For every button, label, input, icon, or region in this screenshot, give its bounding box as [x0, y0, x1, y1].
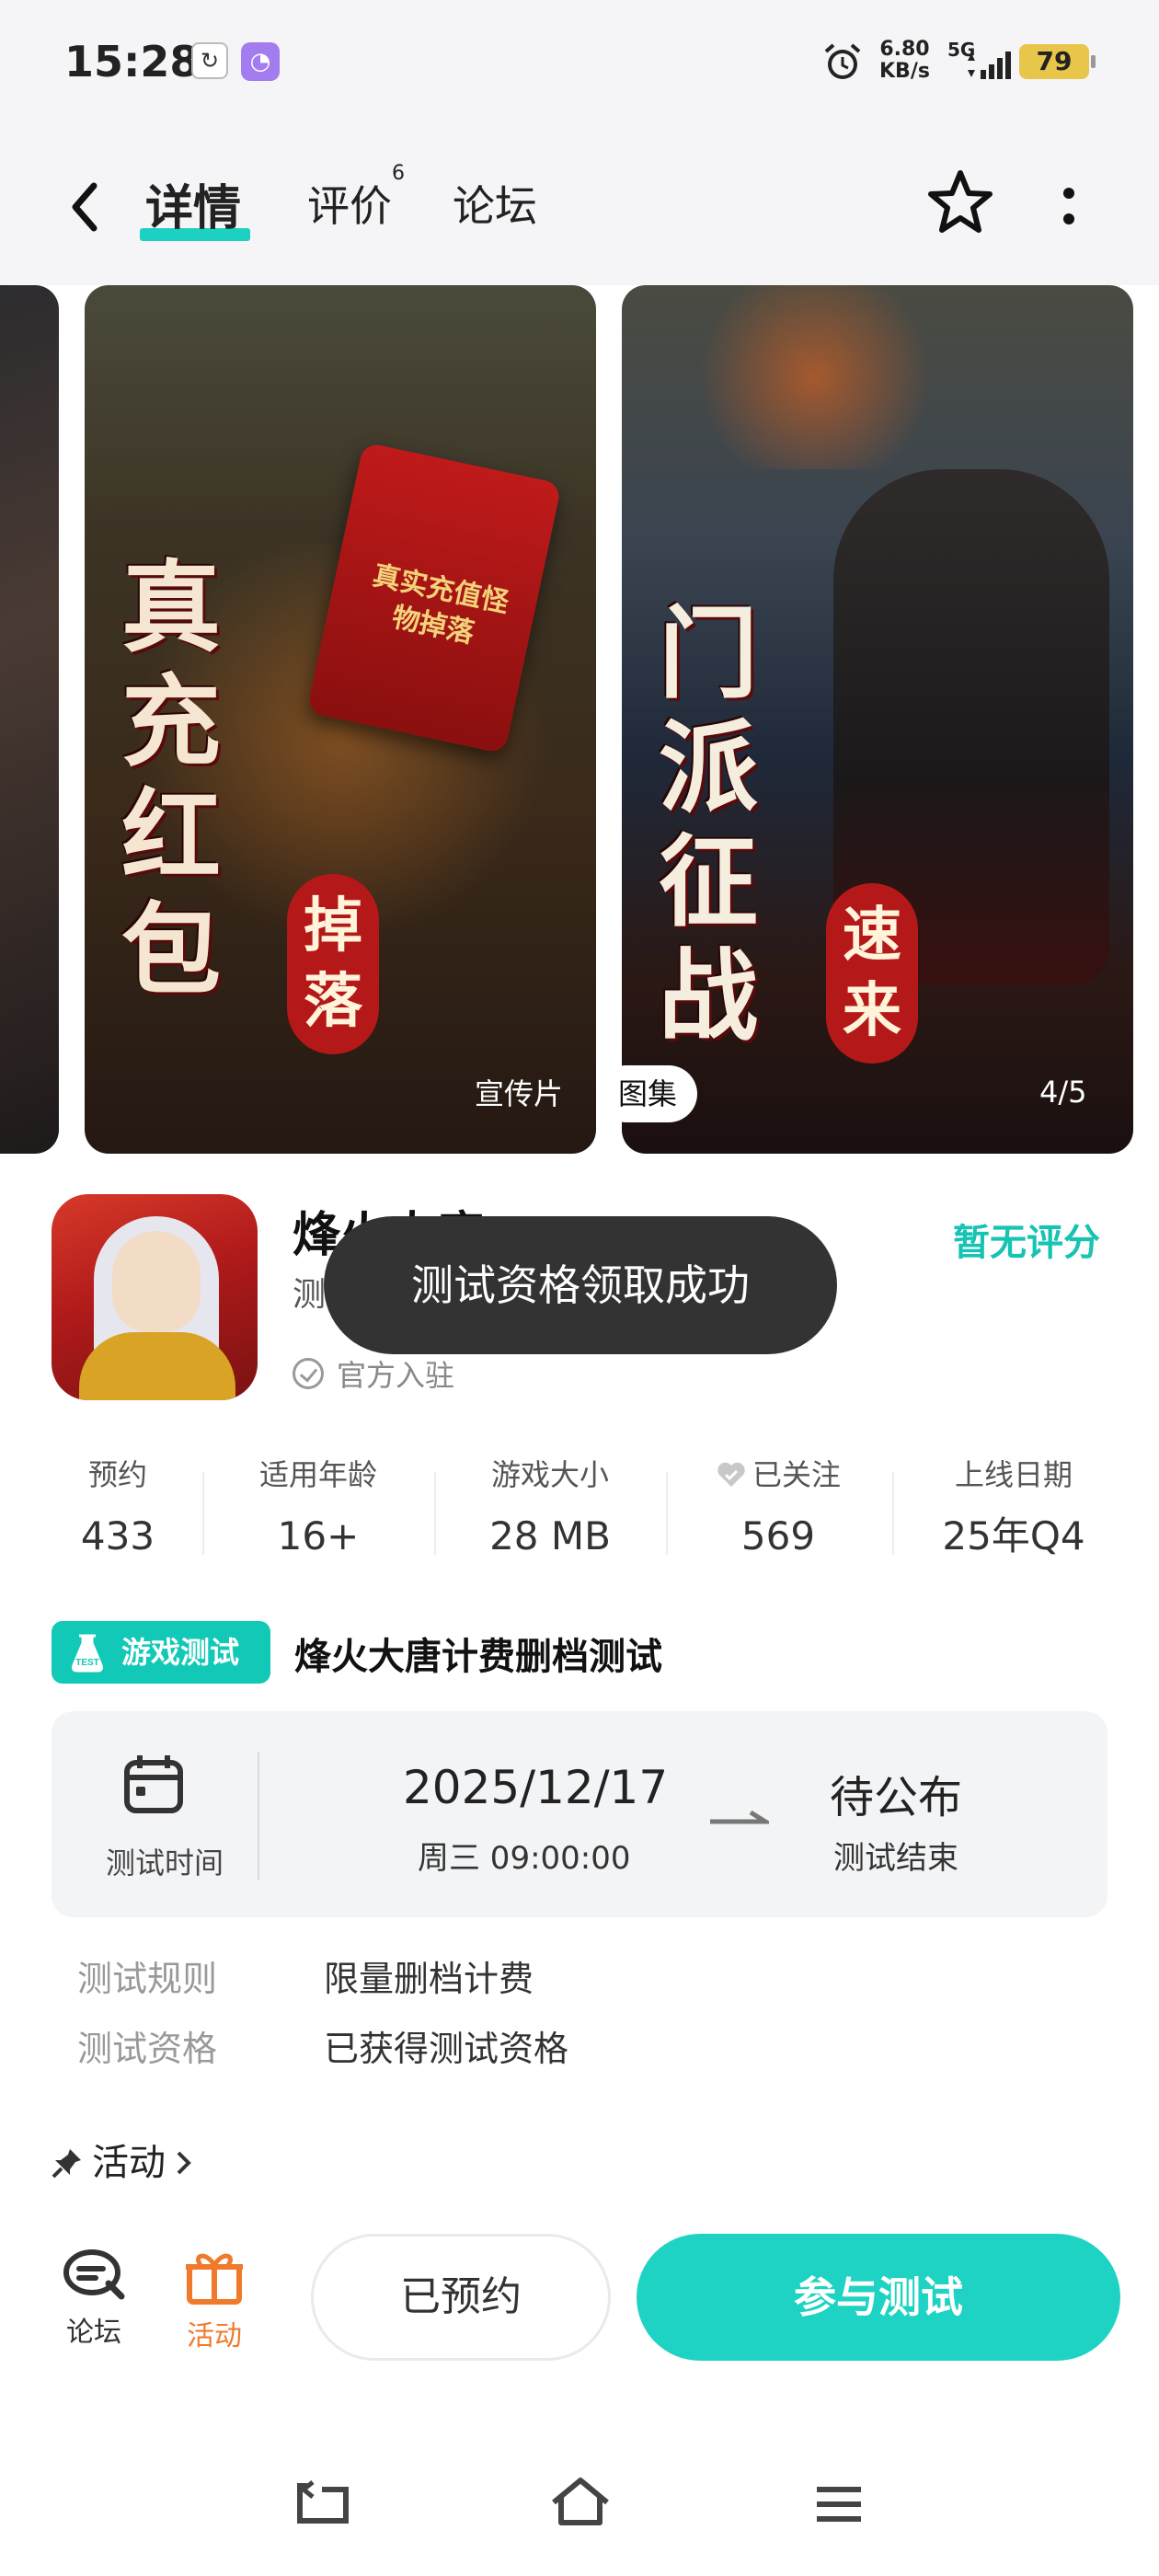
tab-review[interactable]: 评价 6 [307, 162, 405, 234]
test-title: 烽火大唐计费删档测试 [294, 1636, 662, 1678]
forum-chat-icon [63, 2249, 125, 2300]
stat-game-size: 游戏大小 28 MB [489, 1457, 611, 1558]
status-bar: 15:28 ↻ ◔ 6.80 KB/s 5G 79 [0, 0, 1159, 129]
gift-icon [186, 2253, 243, 2305]
check-circle-icon [293, 1358, 324, 1389]
test-rule-row: 测试规则 限量删档计费 [77, 1959, 534, 1999]
gallery-seal: 速来 [826, 883, 918, 1064]
test-start-time: 周三 09:00:00 [418, 1840, 631, 1877]
stats-row: 预约 433 适用年龄 16+ 游戏大小 28 MB 已关注 569 上线日期 … [0, 1454, 1159, 1573]
gallery-seal: 掉落 [287, 874, 379, 1054]
join-test-button[interactable]: 参与测试 [637, 2234, 1120, 2361]
album-tab[interactable]: 图集 [598, 1065, 698, 1122]
system-home-icon[interactable] [548, 2475, 613, 2528]
system-back-icon[interactable] [294, 2480, 351, 2526]
test-start-date: 2025/12/17 [403, 1761, 669, 1814]
top-nav: 详情 评价 6 论坛 [0, 129, 1159, 285]
system-menu-icon[interactable] [813, 2484, 865, 2524]
toast-message: 测试资格领取成功 [324, 1216, 837, 1354]
notification-app-icon-2: ◔ [241, 42, 280, 81]
network-speed: 6.80 KB/s [879, 38, 930, 83]
signal-icon [968, 52, 1011, 79]
promo-video-tab[interactable]: 宣传片 [460, 1065, 578, 1122]
screenshot-gallery[interactable]: 真实充值怪物掉落 真充红包 掉落 门派征战 速来 宣传片 图集 4/5 [0, 285, 1159, 1154]
bottom-action-bar: 论坛 活动 已预约 参与测试 [0, 2208, 1159, 2374]
stat-age-rating: 适用年龄 16+ [258, 1457, 377, 1558]
favorite-star-icon[interactable] [924, 166, 997, 239]
stat-launch-date: 上线日期 25年Q4 [942, 1457, 1085, 1558]
stat-followers[interactable]: 已关注 569 [686, 1454, 870, 1560]
test-end-status: 待公布 [830, 1772, 963, 1823]
heart-icon [717, 1462, 745, 1487]
gallery-image-red-packet[interactable]: 真实充值怪物掉落 真充红包 掉落 [85, 285, 596, 1154]
test-icon: TEST [72, 1634, 103, 1673]
back-arrow-icon[interactable] [64, 175, 105, 239]
test-schedule-card: 测试时间 2025/12/17 周三 09:00:00 待公布 测试结束 [52, 1711, 1107, 1917]
calendar-icon [124, 1755, 183, 1813]
gallery-image-previous[interactable] [0, 285, 59, 1154]
notification-app-icon: ↻ [191, 42, 228, 79]
activity-link[interactable]: 活动 [52, 2133, 193, 2186]
activity-button[interactable]: 活动 [182, 2247, 247, 2353]
gallery-slogan: 门派征战 [659, 597, 759, 1054]
game-test-badge: TEST 游戏测试 [52, 1621, 270, 1684]
official-badge: 官方入驻 [293, 1352, 454, 1395]
gallery-counter: 4/5 [1039, 1075, 1087, 1110]
gallery-image-sect-war[interactable]: 门派征战 速来 [622, 285, 1133, 1154]
forum-button[interactable]: 论坛 [61, 2247, 127, 2350]
alarm-icon [824, 43, 861, 79]
app-subtitle: 测 [293, 1276, 327, 1314]
test-time-label: 测试时间 [105, 1846, 224, 1880]
arrow-right-icon [710, 1810, 769, 1824]
app-icon [52, 1194, 258, 1400]
battery-indicator: 79 [1019, 44, 1096, 79]
pin-icon [52, 2149, 81, 2179]
chevron-right-icon [177, 2151, 191, 2175]
test-qualification-row: 测试资格 已获得测试资格 [77, 2029, 569, 2069]
reserved-button[interactable]: 已预约 [311, 2234, 611, 2361]
svg-text:TEST: TEST [75, 1658, 99, 1668]
rating-status: 暂无评分 [953, 1222, 1100, 1264]
test-end-label: 测试结束 [833, 1840, 958, 1877]
review-count-badge: 6 [392, 162, 405, 185]
stat-reservations: 预约 433 [80, 1457, 155, 1558]
tab-forum[interactable]: 论坛 [453, 173, 537, 234]
system-nav-bar [0, 2410, 1159, 2576]
gallery-slogan: 真充红包 [121, 551, 222, 1008]
status-time: 15:28 [64, 37, 200, 86]
more-options-icon[interactable] [1058, 184, 1080, 230]
tab-detail[interactable]: 详情 [145, 169, 241, 238]
